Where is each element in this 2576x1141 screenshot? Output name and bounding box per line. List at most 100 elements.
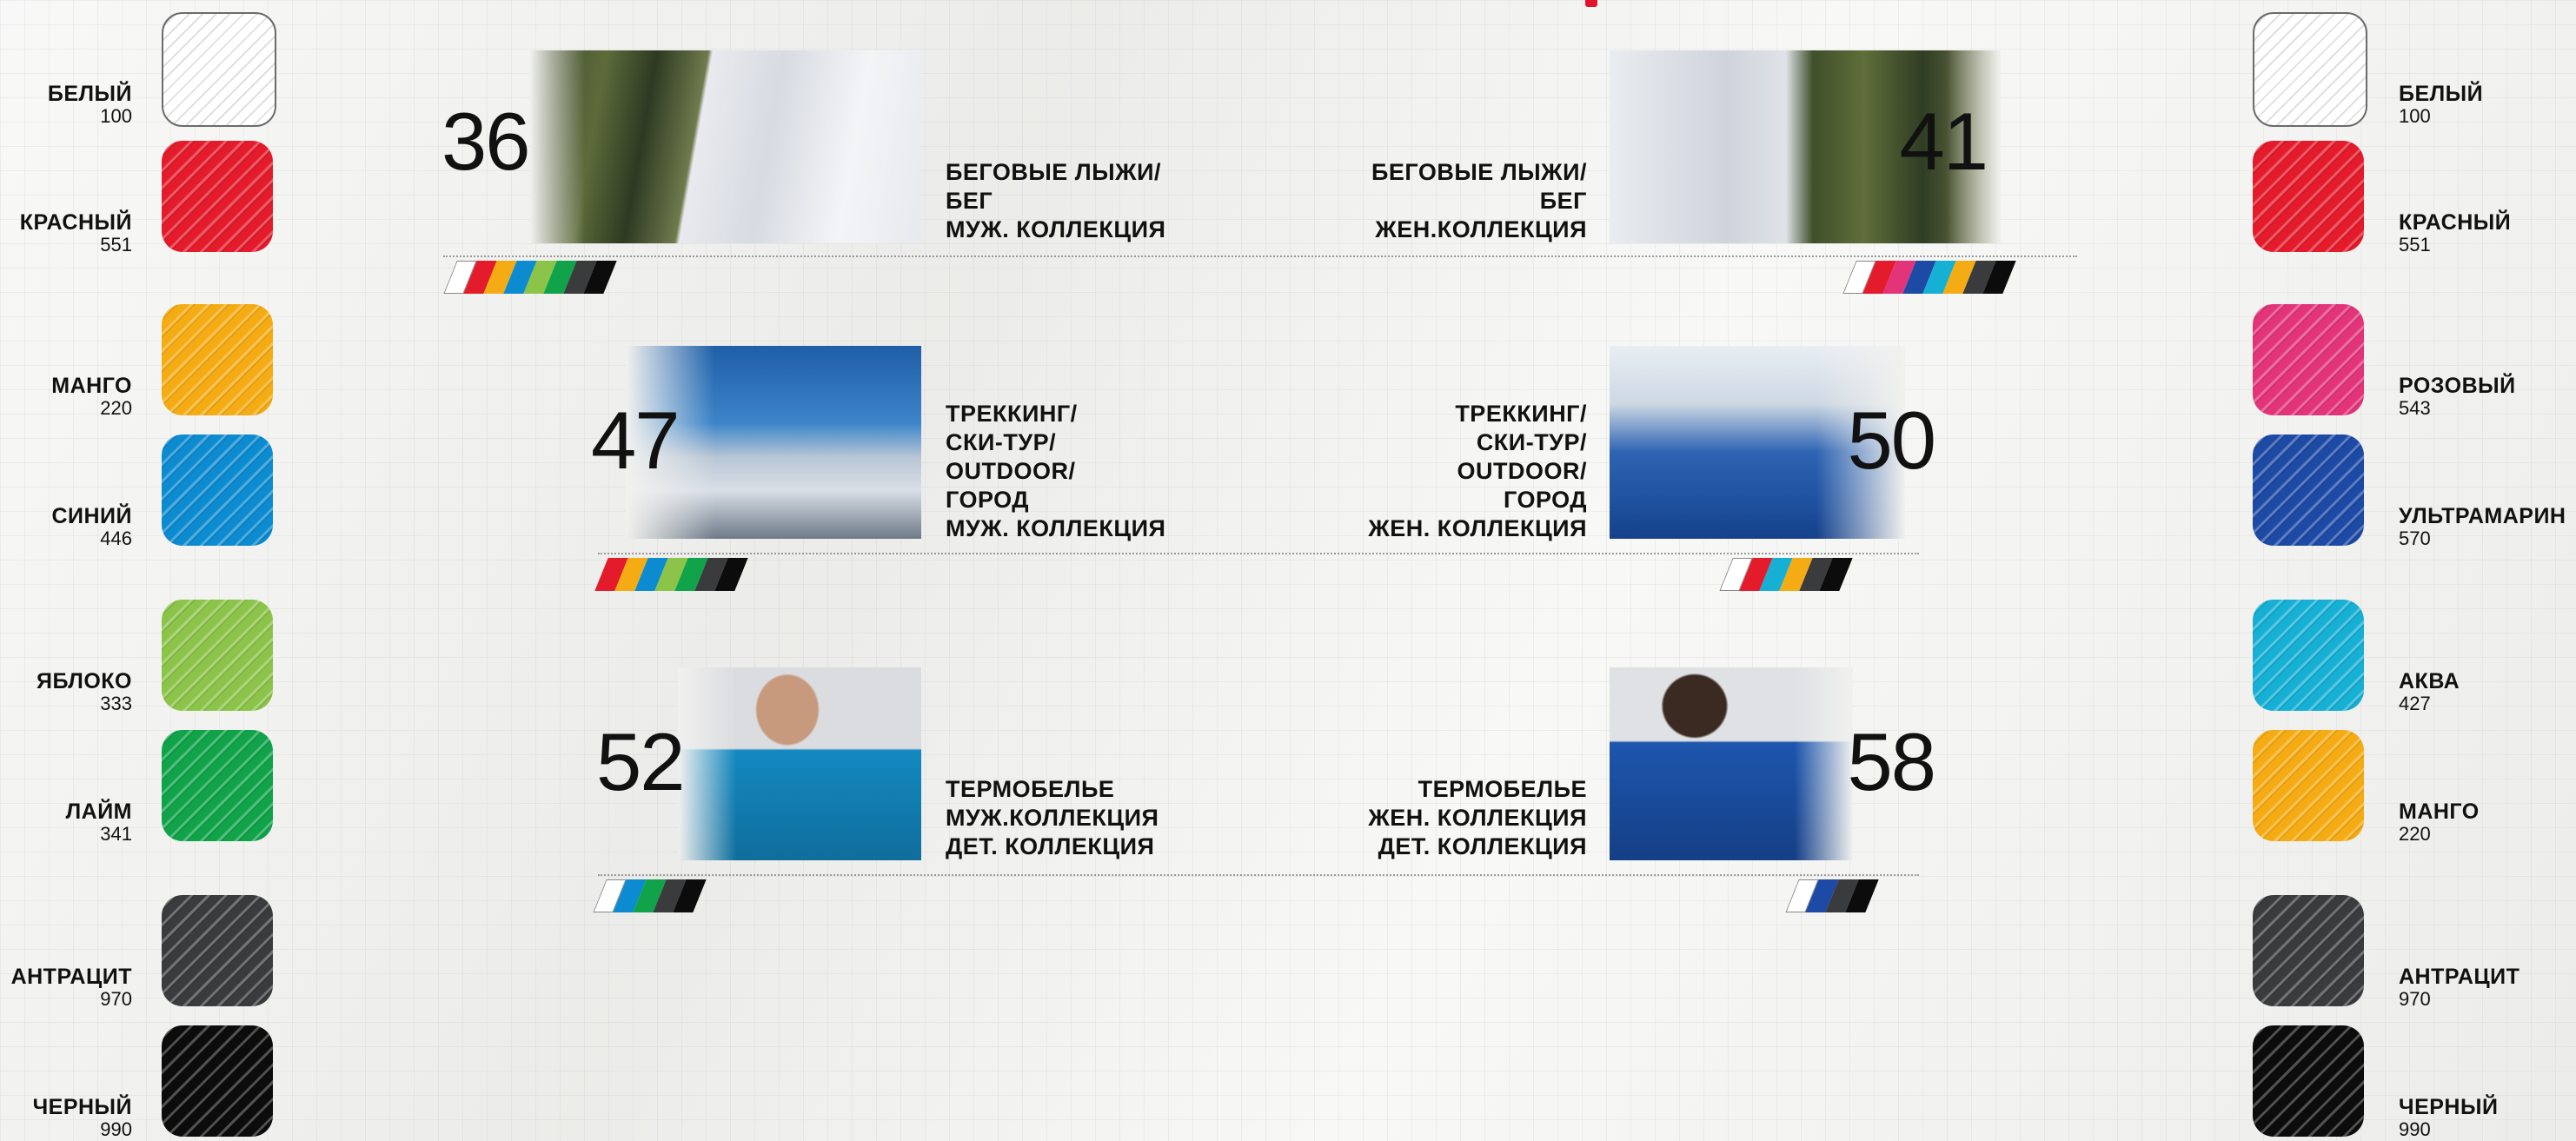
swatch-label: КРАСНЫЙ 551 (2399, 212, 2511, 255)
row-divider (598, 553, 1919, 554)
swatch-code: 551 (100, 234, 132, 255)
swatch-label: СИНИЙ 446 (0, 506, 132, 548)
category-title-line: ТЕРМОБЕЛЬЕ (1417, 776, 1587, 802)
color-swatch-551[interactable] (162, 141, 273, 252)
category-title-line: МУЖ.КОЛЛЕКЦИЯ (946, 805, 1159, 831)
category-title-line: ЖЕН. КОЛЛЕКЦИЯ (1368, 515, 1587, 541)
category-title-line: OUTDOOR/ (1457, 458, 1587, 484)
color-strip (593, 879, 707, 912)
swatch-name: ЧЕРНЫЙ (32, 1095, 132, 1119)
color-swatch-970[interactable] (2253, 895, 2364, 1006)
category-title[interactable]: БЕГОВЫЕ ЛЫЖИ/БЕГ ЖЕН.КОЛЛЕКЦИЯ (1274, 158, 1587, 244)
category-title-line: ТРЕККИНГ/ (1455, 401, 1587, 427)
color-strip (594, 558, 748, 591)
color-swatch-446[interactable] (162, 435, 273, 546)
swatch-name: РОЗОВЫЙ (2399, 374, 2516, 398)
color-swatch-543[interactable] (2253, 304, 2364, 415)
swatch-name: МАНГО (51, 374, 132, 398)
top-strip-text: · · · · · · · · · · · · · · · · · · · · … (1606, 0, 1909, 6)
category-title-line: ТЕРМОБЕЛЬЕ (946, 776, 1115, 802)
swatch-code: 100 (100, 105, 132, 127)
swatch-label: ЧЕРНЫЙ 990 (2399, 1097, 2498, 1139)
color-strip (1842, 261, 2016, 294)
category-photo[interactable] (530, 50, 921, 243)
swatch-code: 220 (100, 397, 132, 419)
category-title[interactable]: ТРЕККИНГ/СКИ-ТУР/OUTDOOR/ГОРОД ЖЕН. КОЛЛЕ… (1274, 400, 1587, 543)
swatch-label: КРАСНЫЙ 551 (0, 212, 132, 255)
category-title[interactable]: БЕГОВЫЕ ЛЫЖИ/БЕГ МУЖ. КОЛЛЕКЦИЯ (946, 158, 1165, 244)
category-title[interactable]: ТЕРМОБЕЛЬЕ ЖЕН. КОЛЛЕКЦИЯ ДЕТ. КОЛЛЕКЦИЯ (1274, 775, 1587, 861)
color-strip (1785, 879, 1879, 912)
swatch-name: ЛАЙМ (65, 799, 132, 824)
skiers-forest-image (530, 50, 921, 243)
swatch-code: 100 (2399, 105, 2431, 127)
category-title-line: БЕГ (946, 188, 993, 214)
swatch-name: АНТРАЦИТ (2399, 965, 2520, 989)
category-title-line: ДЕТ. КОЛЛЕКЦИЯ (1378, 833, 1587, 859)
category-photo[interactable] (678, 667, 921, 860)
swatch-name: КРАСНЫЙ (19, 210, 132, 235)
swatch-label: АНТРАЦИТ 970 (0, 966, 132, 1009)
swatch-code: 570 (2399, 527, 2431, 549)
swatch-code: 446 (100, 527, 132, 549)
swatch-code: 551 (2399, 234, 2431, 255)
swatch-label: БЕЛЫЙ 100 (0, 83, 132, 126)
color-swatch-970[interactable] (162, 895, 273, 1006)
swatch-code: 990 (100, 1118, 132, 1140)
swatch-label: МАНГО 220 (0, 375, 132, 418)
swatch-code: 220 (2399, 823, 2431, 845)
page-number[interactable]: 41 (1891, 101, 1988, 182)
color-swatch-341[interactable] (162, 730, 273, 841)
page-number[interactable]: 50 (1839, 400, 1936, 481)
color-swatch-100[interactable] (162, 12, 276, 127)
category-title-line: СКИ-ТУР/ (1476, 429, 1587, 455)
category-title-line: СКИ-ТУР/ (946, 429, 1057, 455)
swatch-code: 543 (2399, 397, 2431, 419)
color-swatch-551[interactable] (2253, 141, 2364, 252)
category-title-line: БЕГОВЫЕ ЛЫЖИ/ (946, 159, 1161, 185)
category-title-line: МУЖ. КОЛЛЕКЦИЯ (946, 515, 1166, 541)
color-swatch-990[interactable] (2253, 1025, 2364, 1137)
color-strip (443, 261, 617, 294)
page-number[interactable]: 36 (442, 101, 531, 182)
page-number[interactable]: 47 (591, 400, 681, 481)
color-swatch-333[interactable] (162, 600, 273, 711)
swatch-code: 333 (100, 693, 132, 714)
color-swatch-990[interactable] (162, 1025, 273, 1137)
swatch-name: АНТРАЦИТ (10, 965, 132, 989)
swatch-label: АНТРАЦИТ 970 (2399, 966, 2520, 1009)
swatch-code: 341 (100, 823, 132, 845)
man-blue-shirt-image (678, 667, 921, 860)
woman-blue-shirt-image (1610, 667, 1853, 860)
row-divider (598, 874, 1919, 876)
swatch-code: 427 (2399, 693, 2431, 714)
swatch-name: МАНГО (2399, 799, 2480, 824)
category-photo[interactable] (1610, 667, 1853, 860)
category-title-line: МУЖ. КОЛЛЕКЦИЯ (946, 216, 1166, 242)
swatch-name: БЕЛЫЙ (2399, 82, 2484, 106)
category-title-line: ДЕТ. КОЛЛЕКЦИЯ (946, 833, 1155, 859)
swatch-name: КРАСНЫЙ (2399, 210, 2512, 235)
swatch-code: 990 (2399, 1118, 2431, 1140)
swatch-name: УЛЬТРАМАРИН (2399, 504, 2566, 528)
color-swatch-100[interactable] (2253, 12, 2367, 127)
swatch-label: ЯБЛОКО 333 (0, 671, 132, 713)
swatch-label: МАНГО 220 (2399, 801, 2480, 844)
swatch-label: АКВА 427 (2399, 671, 2460, 713)
page-number[interactable]: 52 (596, 721, 686, 803)
swatch-name: ЧЕРНЫЙ (2399, 1095, 2499, 1119)
category-title-line: OUTDOOR/ (946, 458, 1076, 484)
color-strip (1719, 558, 1853, 591)
swatch-code: 970 (100, 988, 132, 1010)
category-title-line: ТРЕККИНГ/ (946, 401, 1078, 427)
color-swatch-570[interactable] (2253, 435, 2364, 546)
color-swatch-220[interactable] (162, 304, 273, 415)
color-swatch-220[interactable] (2253, 730, 2364, 841)
color-swatch-427[interactable] (2253, 600, 2364, 711)
category-title[interactable]: ТРЕККИНГ/СКИ-ТУР/OUTDOOR/ГОРОД МУЖ. КОЛЛЕ… (946, 400, 1165, 543)
brand-mark (1585, 0, 1597, 7)
swatch-label: УЛЬТРАМАРИН 570 (2399, 506, 2566, 548)
swatch-label: РОЗОВЫЙ 543 (2399, 375, 2516, 418)
page-number[interactable]: 58 (1839, 721, 1936, 803)
category-title[interactable]: ТЕРМОБЕЛЬЕ МУЖ.КОЛЛЕКЦИЯ ДЕТ. КОЛЛЕКЦИЯ (946, 775, 1159, 861)
